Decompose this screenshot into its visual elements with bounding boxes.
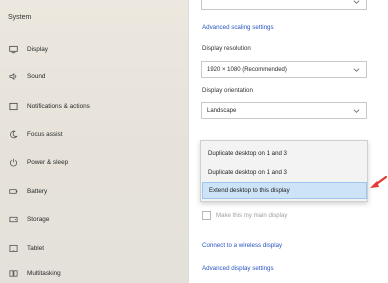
- chevron-down-icon: [353, 0, 360, 4]
- sidebar-item-sound[interactable]: Sound: [0, 66, 188, 86]
- main-display-checkbox-row: Make this my main display: [202, 211, 287, 220]
- sidebar-item-label: Sound: [27, 72, 46, 80]
- sidebar-item-label: Focus assist: [27, 130, 63, 138]
- sidebar-item-label: Storage: [27, 215, 50, 223]
- settings-sidebar: System Display Sound Notifications & act…: [0, 0, 188, 283]
- advanced-scaling-link[interactable]: Advanced scaling settings: [202, 24, 274, 31]
- sound-icon: [9, 72, 18, 81]
- sidebar-item-label: Multitasking: [27, 269, 61, 277]
- sidebar-item-battery[interactable]: Battery: [0, 181, 188, 201]
- sidebar-title: System: [8, 14, 32, 21]
- sidebar-item-tablet[interactable]: Tablet: [0, 238, 188, 258]
- chevron-down-icon: [353, 109, 360, 113]
- dropdown-value: 1920 × 1080 (Recommended): [207, 66, 287, 73]
- sidebar-item-label: Display: [27, 45, 48, 53]
- advanced-display-settings-link[interactable]: Advanced display settings: [202, 265, 274, 272]
- main-display-checkbox-label: Make this my main display: [216, 212, 288, 219]
- wireless-display-link[interactable]: Connect to a wireless display: [202, 242, 282, 249]
- multitasking-icon: [9, 269, 18, 278]
- storage-icon: [9, 215, 18, 224]
- red-arrow-icon: [370, 175, 388, 188]
- dropdown-value: Landscape: [207, 107, 237, 114]
- sidebar-item-storage[interactable]: Storage: [0, 209, 188, 229]
- power-icon: [9, 158, 18, 167]
- sidebar-item-multitasking[interactable]: Multitasking: [0, 263, 188, 283]
- resolution-dropdown[interactable]: 1920 × 1080 (Recommended): [201, 61, 367, 78]
- sidebar-item-display[interactable]: Display: [0, 39, 188, 59]
- sidebar-item-label: Battery: [27, 187, 48, 195]
- scale-layout-dropdown[interactable]: [201, 0, 367, 10]
- monitor-icon: [9, 45, 18, 54]
- tablet-icon: [9, 244, 18, 253]
- option-extend-desktop[interactable]: Extend desktop to this display: [202, 182, 367, 199]
- resolution-label: Display resolution: [202, 45, 251, 52]
- sidebar-item-power-sleep[interactable]: Power & sleep: [0, 152, 188, 172]
- sidebar-item-notifications[interactable]: Notifications & actions: [0, 96, 188, 116]
- moon-icon: [9, 130, 18, 139]
- sidebar-item-focus-assist[interactable]: Focus assist: [0, 124, 188, 144]
- sidebar-item-label: Power & sleep: [27, 158, 69, 166]
- main-display-checkbox[interactable]: [202, 211, 211, 220]
- notifications-icon: [9, 102, 18, 111]
- option-duplicate-desktop-2[interactable]: Duplicate desktop on 1 and 3: [202, 164, 367, 181]
- sidebar-item-label: Notifications & actions: [27, 102, 90, 110]
- multiple-displays-dropdown-list: Duplicate desktop on 1 and 3 Duplicate d…: [200, 140, 368, 202]
- option-duplicate-desktop-1[interactable]: Duplicate desktop on 1 and 3: [202, 145, 367, 162]
- orientation-dropdown[interactable]: Landscape: [201, 102, 367, 119]
- battery-icon: [9, 187, 18, 196]
- orientation-label: Display orientation: [202, 87, 253, 94]
- chevron-down-icon: [353, 68, 360, 72]
- sidebar-item-label: Tablet: [27, 244, 45, 252]
